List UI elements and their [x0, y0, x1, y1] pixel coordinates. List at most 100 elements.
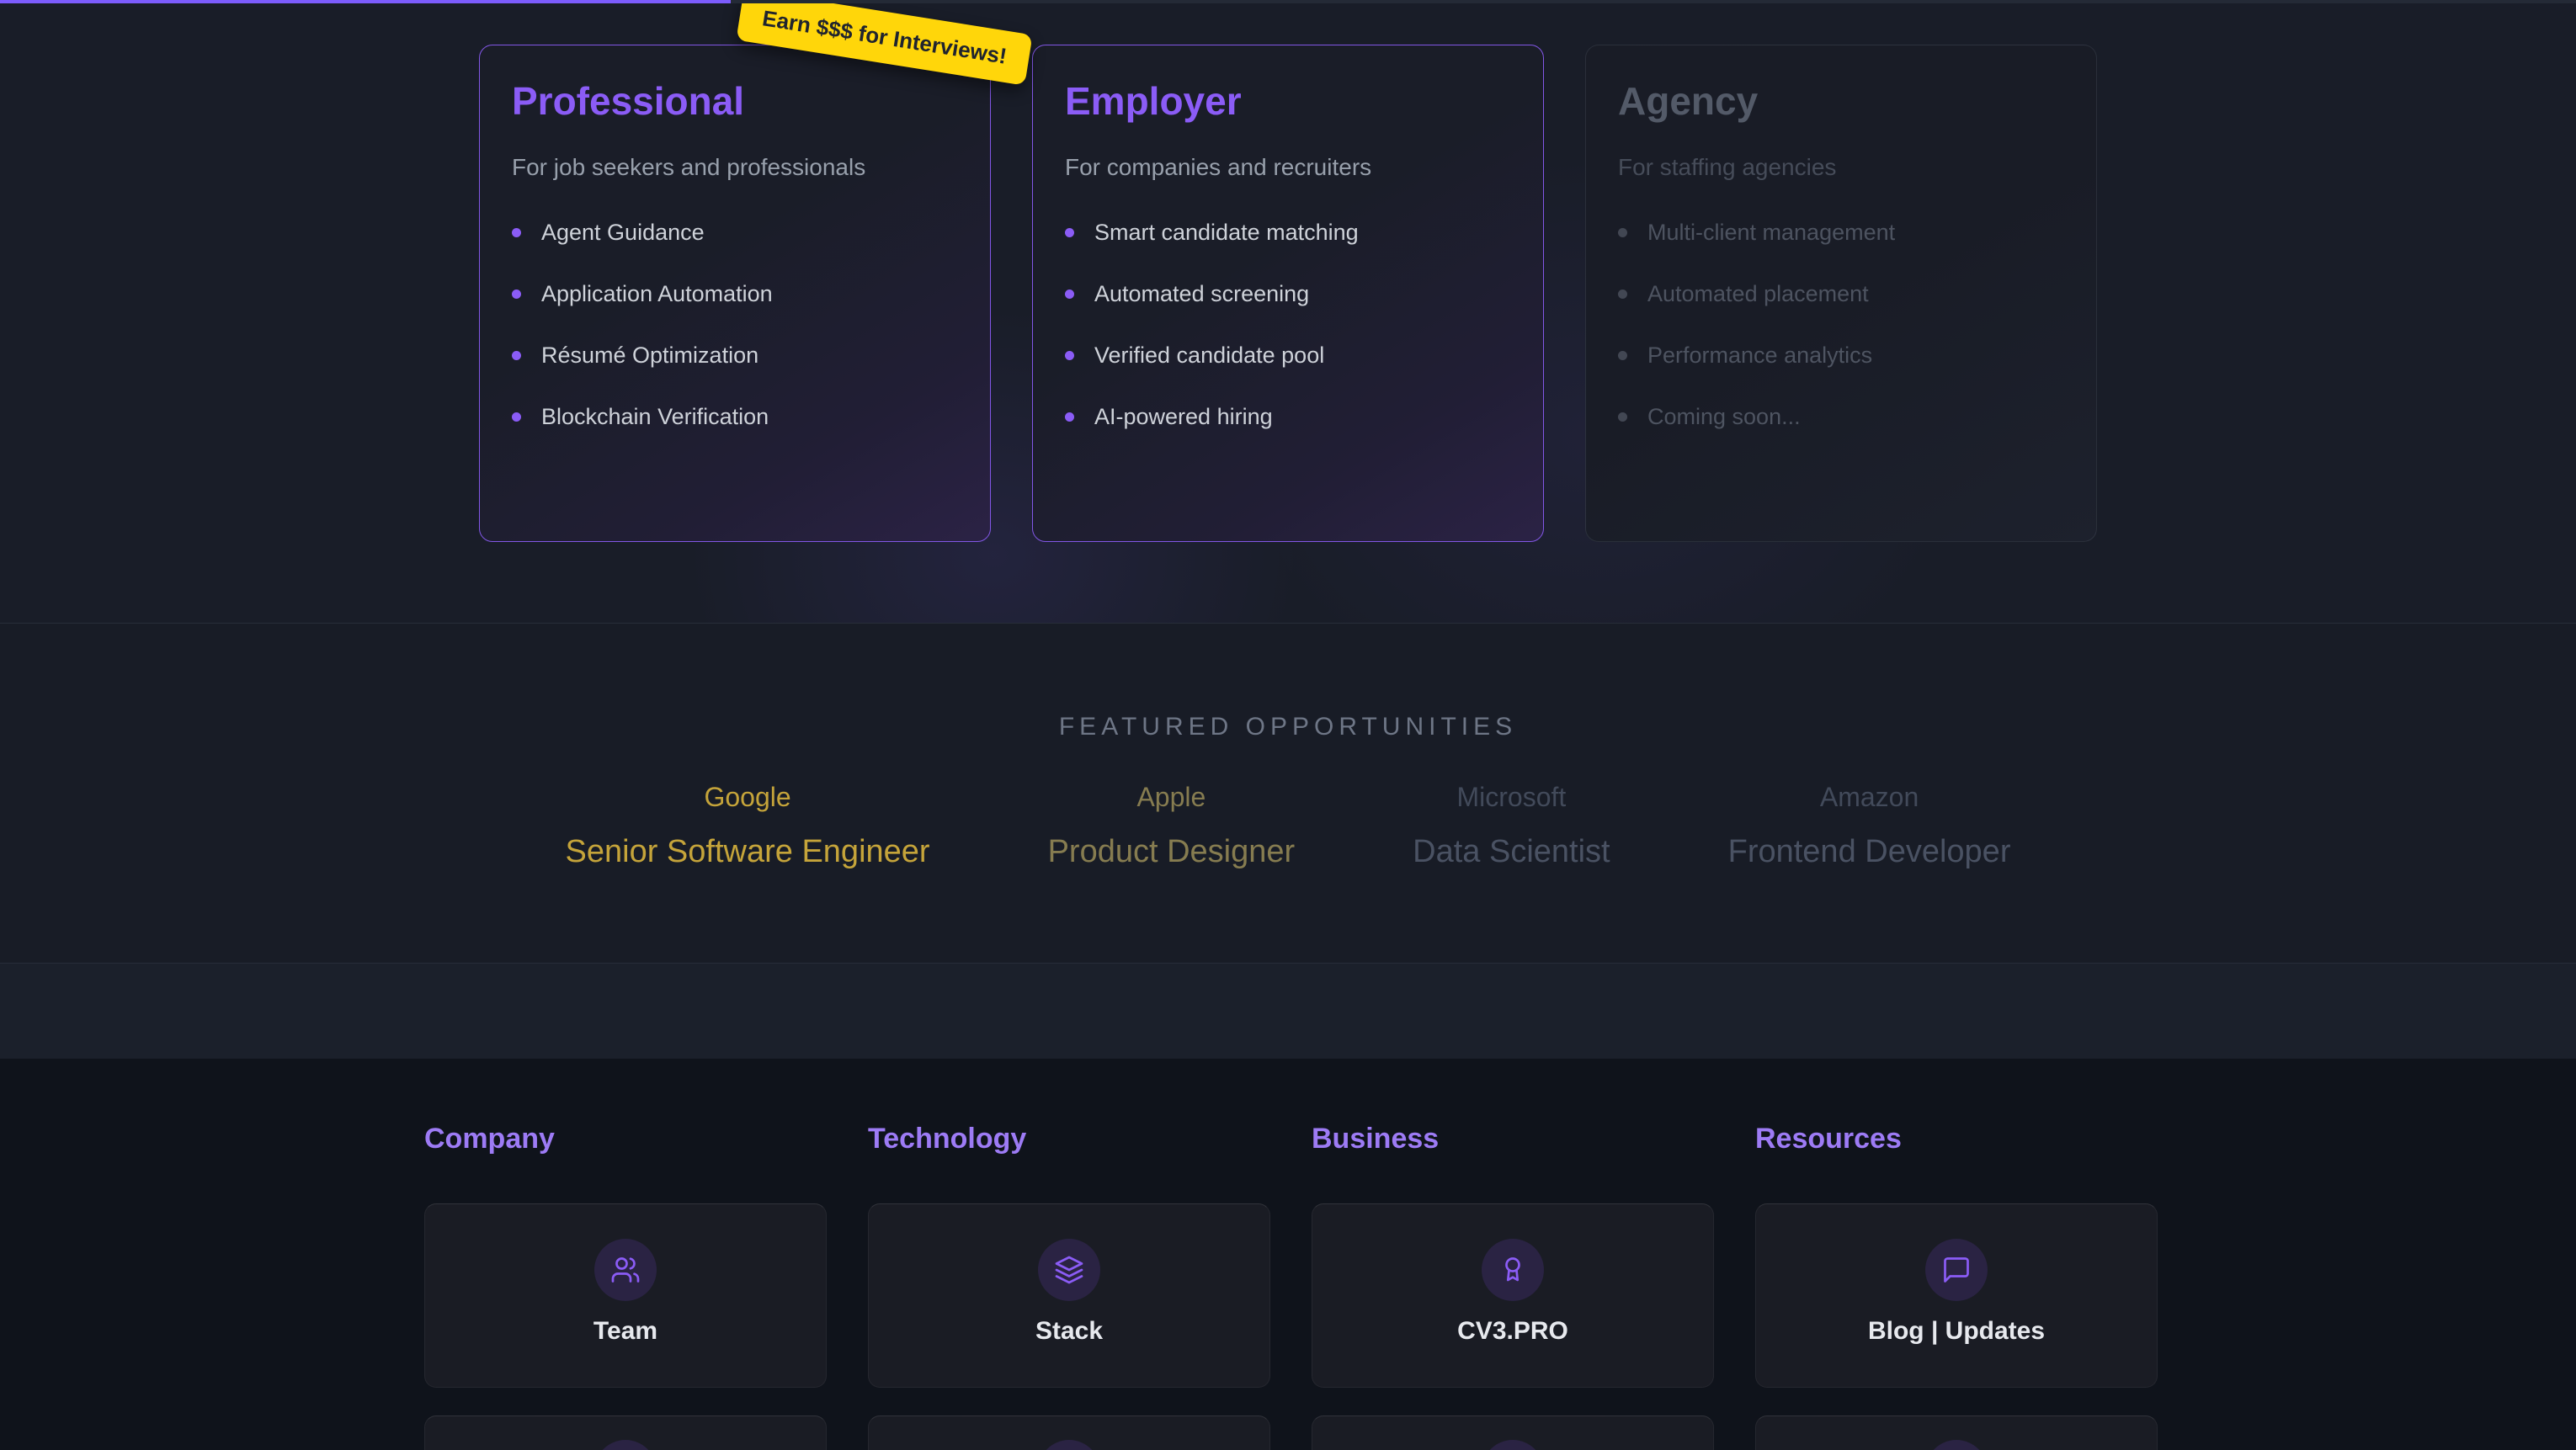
plan-card-content: Employer For companies and recruiters Sm… — [1065, 79, 1511, 430]
bullet-dot-icon — [1618, 351, 1627, 360]
plan-subtitle: For companies and recruiters — [1065, 154, 1511, 181]
footer-card-label: Team — [593, 1316, 657, 1346]
footer-column-company: Company Team — [424, 1121, 827, 1450]
job-company: Microsoft — [1413, 780, 1610, 814]
job-role: Data Scientist — [1413, 832, 1610, 871]
scroll-progress-track — [0, 0, 2576, 3]
footer-card-partial[interactable] — [424, 1415, 827, 1450]
plan-feature-list: Multi-client management Automated placem… — [1618, 220, 2064, 430]
featured-job-amazon[interactable]: Amazon Frontend Developer — [1728, 780, 2011, 871]
footer-card-partial[interactable] — [1755, 1415, 2158, 1450]
plan-feature-label: Application Automation — [541, 281, 773, 307]
bullet-dot-icon — [1065, 289, 1074, 299]
footer-card-label: CV3.PRO — [1457, 1316, 1568, 1346]
footer-card-label: Blog | Updates — [1868, 1316, 2045, 1346]
plan-feature-label: Automated screening — [1094, 281, 1309, 307]
bullet-dot-icon — [512, 351, 521, 360]
plan-card-professional[interactable]: Professional For job seekers and profess… — [479, 45, 991, 542]
featured-heading: FEATURED OPPORTUNITIES — [0, 624, 2576, 741]
plan-subtitle: For job seekers and professionals — [512, 154, 958, 181]
plan-feature-label: Smart candidate matching — [1094, 220, 1359, 246]
job-role: Senior Software Engineer — [566, 832, 930, 871]
bullet-dot-icon — [512, 289, 521, 299]
footer-column-resources: Resources Blog | Updates — [1755, 1121, 2158, 1450]
plans-section: Earn $$$ for Interviews! Professional Fo… — [0, 0, 2576, 624]
hidden-icon — [594, 1440, 657, 1450]
footer-card-partial[interactable] — [868, 1415, 1270, 1450]
footer-column-heading: Resources — [1755, 1121, 2158, 1156]
footer: Company Team Technology Stack — [0, 1059, 2576, 1450]
plan-feature: Performance analytics — [1618, 343, 2064, 369]
job-company: Apple — [1048, 780, 1296, 814]
plan-feature: Automated screening — [1065, 281, 1511, 307]
footer-card-blog[interactable]: Blog | Updates — [1755, 1203, 2158, 1388]
plan-feature-label: Performance analytics — [1647, 343, 1872, 369]
plan-feature: Verified candidate pool — [1065, 343, 1511, 369]
hidden-icon — [1482, 1440, 1544, 1450]
job-company: Google — [566, 780, 930, 814]
landing-page: Earn $$$ for Interviews! Professional Fo… — [0, 0, 2576, 1450]
plan-feature-label: Multi-client management — [1647, 220, 1895, 246]
footer-card-cv3pro[interactable]: CV3.PRO — [1312, 1203, 1714, 1388]
footer-column-technology: Technology Stack — [868, 1121, 1270, 1450]
footer-card-label: Stack — [1035, 1316, 1103, 1346]
plan-feature: AI-powered hiring — [1065, 404, 1511, 430]
footer-column-heading: Technology — [868, 1121, 1270, 1156]
plan-title: Professional — [512, 79, 958, 124]
footer-card-team[interactable]: Team — [424, 1203, 827, 1388]
plan-feature-list: Smart candidate matching Automated scree… — [1065, 220, 1511, 430]
plan-subtitle: For staffing agencies — [1618, 154, 2064, 181]
footer-column-heading: Company — [424, 1121, 827, 1156]
plan-card-content: Professional For job seekers and profess… — [512, 79, 958, 430]
plan-card-employer[interactable]: Employer For companies and recruiters Sm… — [1032, 45, 1544, 542]
footer-card-partial[interactable] — [1312, 1415, 1714, 1450]
footer-grid: Company Team Technology Stack — [424, 1121, 2152, 1450]
plan-feature-label: Verified candidate pool — [1094, 343, 1324, 369]
plan-feature: Blockchain Verification — [512, 404, 958, 430]
plan-feature-label: AI-powered hiring — [1094, 404, 1273, 430]
featured-job-apple[interactable]: Apple Product Designer — [1048, 780, 1296, 871]
bullet-dot-icon — [1618, 289, 1627, 299]
plan-feature-label: Résumé Optimization — [541, 343, 758, 369]
footer-column-heading: Business — [1312, 1121, 1714, 1156]
hidden-icon — [1038, 1440, 1100, 1450]
spacer-section — [0, 964, 2576, 1059]
plan-feature: Résumé Optimization — [512, 343, 958, 369]
bullet-dot-icon — [512, 228, 521, 237]
chat-icon — [1925, 1239, 1988, 1301]
footer-card-stack[interactable]: Stack — [868, 1203, 1270, 1388]
featured-job-google[interactable]: Google Senior Software Engineer — [566, 780, 930, 871]
bullet-dot-icon — [1065, 351, 1074, 360]
featured-opportunities-section: FEATURED OPPORTUNITIES Google Senior Sof… — [0, 624, 2576, 964]
featured-job-microsoft[interactable]: Microsoft Data Scientist — [1413, 780, 1610, 871]
scroll-progress-fill — [0, 0, 731, 3]
plan-card-agency: Agency For staffing agencies Multi-clien… — [1585, 45, 2097, 542]
plan-feature: Agent Guidance — [512, 220, 958, 246]
plans-row: Professional For job seekers and profess… — [0, 0, 2576, 542]
plan-feature: Multi-client management — [1618, 220, 2064, 246]
users-icon — [594, 1239, 657, 1301]
plan-feature-label: Agent Guidance — [541, 220, 705, 246]
footer-column-business: Business CV3.PRO — [1312, 1121, 1714, 1450]
bullet-dot-icon — [512, 412, 521, 422]
bullet-dot-icon — [1065, 412, 1074, 422]
job-company: Amazon — [1728, 780, 2011, 814]
bullet-dot-icon — [1618, 412, 1627, 422]
bullet-dot-icon — [1618, 228, 1627, 237]
plan-feature-label: Automated placement — [1647, 281, 1869, 307]
featured-jobs-row: Google Senior Software Engineer Apple Pr… — [0, 780, 2576, 871]
layers-icon — [1038, 1239, 1100, 1301]
plan-feature: Coming soon... — [1618, 404, 2064, 430]
plan-feature: Application Automation — [512, 281, 958, 307]
hidden-icon — [1925, 1440, 1988, 1450]
plan-feature-label: Blockchain Verification — [541, 404, 769, 430]
plan-feature-label: Coming soon... — [1647, 404, 1801, 430]
plan-title: Agency — [1618, 79, 2064, 124]
plan-card-content: Agency For staffing agencies Multi-clien… — [1618, 79, 2064, 430]
award-icon — [1482, 1239, 1544, 1301]
job-role: Frontend Developer — [1728, 832, 2011, 871]
job-role: Product Designer — [1048, 832, 1296, 871]
plan-feature: Smart candidate matching — [1065, 220, 1511, 246]
bullet-dot-icon — [1065, 228, 1074, 237]
plan-feature-list: Agent Guidance Application Automation Ré… — [512, 220, 958, 430]
